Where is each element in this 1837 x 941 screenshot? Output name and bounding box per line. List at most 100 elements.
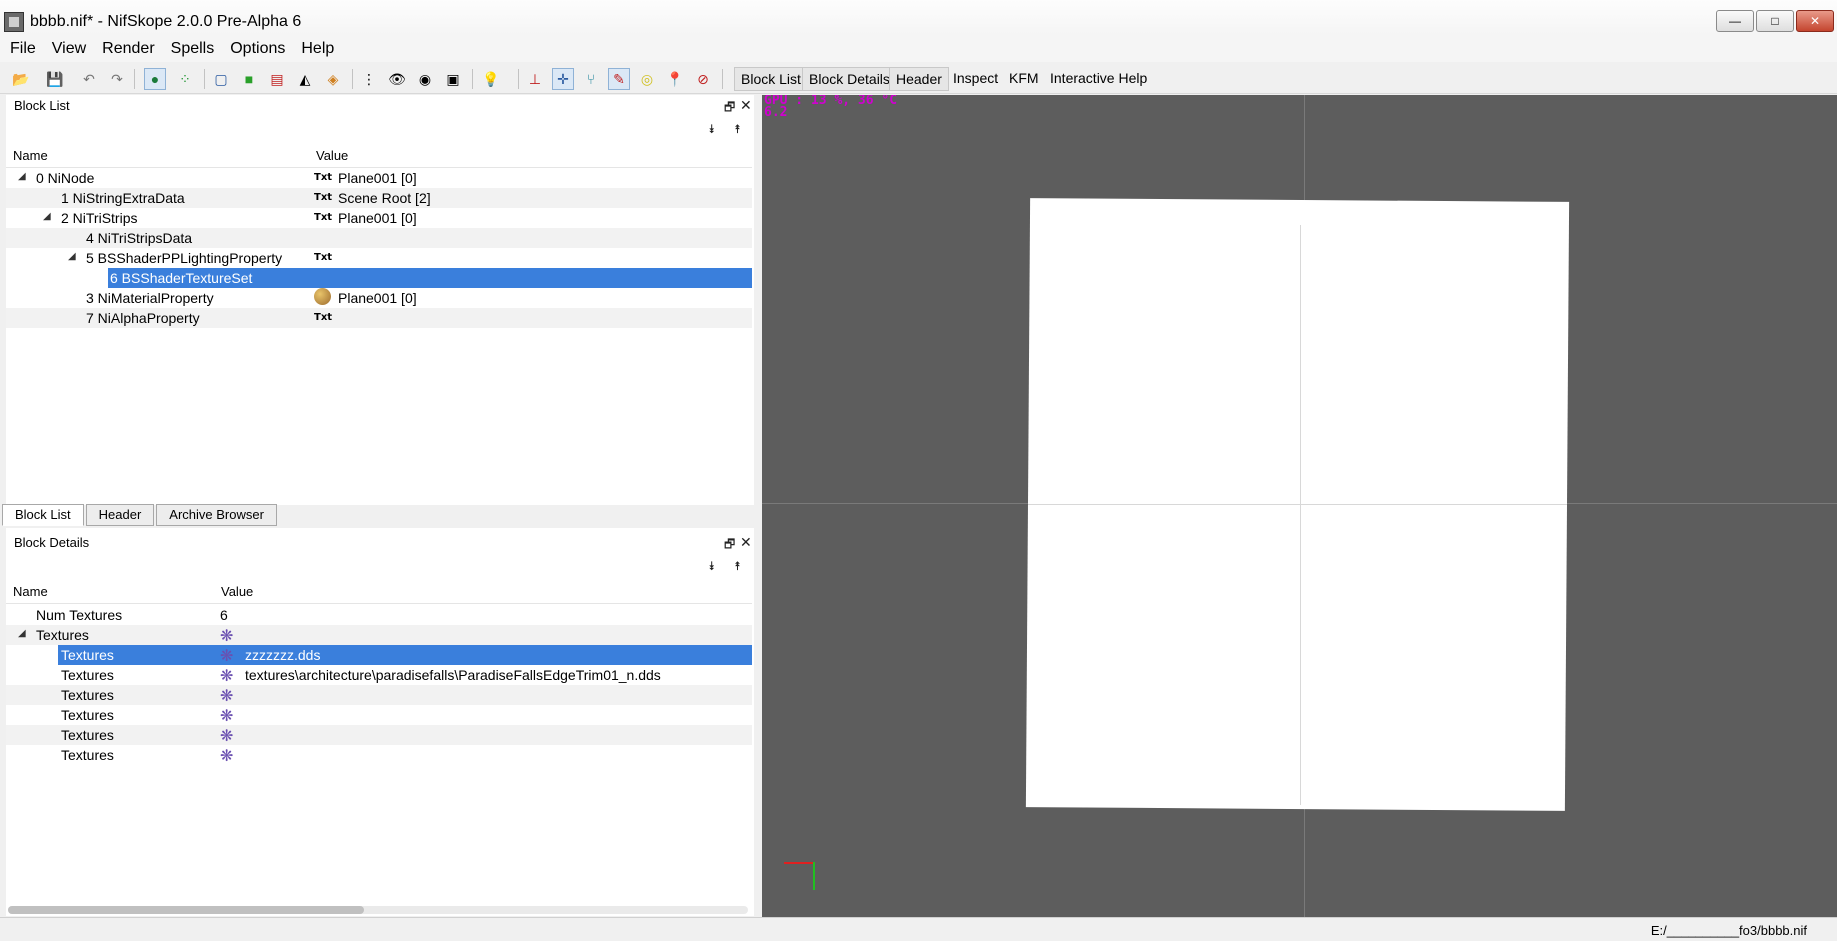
block-list-header: Name Value [6, 142, 752, 168]
view-top-icon[interactable]: ■ [238, 68, 260, 90]
toolbar-separator [204, 69, 205, 89]
save-icon[interactable]: 💾 [44, 68, 66, 90]
nodes-icon[interactable]: ⁘ [174, 68, 196, 90]
window-title: bbbb.nif* - NifSkope 2.0.0 Pre-Alpha 6 [30, 13, 302, 30]
globe-icon[interactable]: ● [144, 68, 166, 90]
texture-flower-icon: ❋ [220, 648, 234, 665]
view-flip-icon[interactable]: ◭ [294, 68, 316, 90]
detail-row[interactable]: Textures ❋ [6, 725, 752, 745]
eye-hidden-icon[interactable]: ◉ [414, 68, 436, 90]
bone-icon[interactable]: ✎ [608, 68, 630, 90]
minimize-button[interactable]: — [1716, 10, 1754, 32]
tree-row[interactable]: 4 NiTriStripsData [6, 228, 752, 248]
collapse-triangle-icon[interactable]: ◢ [18, 171, 26, 182]
tree-row[interactable]: 7 NiAlphaProperty Txt [6, 308, 752, 328]
tab-header-bottom[interactable]: Header [85, 504, 155, 526]
gpu-overlay: GPU : 13 %, 36 °C 6.2 [764, 95, 898, 120]
collapse-triangle-icon[interactable]: ◢ [18, 628, 26, 639]
marker-icon[interactable]: 📍 [664, 68, 686, 90]
view-front-icon[interactable]: ▢ [210, 68, 232, 90]
left-dock-tabs: Block List Header Archive Browser [2, 504, 279, 526]
redo-icon[interactable]: ↷ [106, 68, 128, 90]
float-icon[interactable]: 🗗 [724, 535, 735, 556]
menu-file[interactable]: File [0, 36, 44, 62]
expand-all-icon[interactable]: ⯭ [734, 559, 741, 574]
maximize-button[interactable]: □ [1756, 10, 1794, 32]
detail-row[interactable]: Textures ❋ textures\architecture\paradis… [6, 665, 752, 685]
status-bar: E:/__________fo3/bbbb.nif [0, 917, 1837, 941]
tree-row[interactable]: 3 NiMaterialProperty Plane001 [0] [6, 288, 752, 308]
tree-row[interactable]: 1 NiStringExtraData Txt Scene Root [2] [6, 188, 752, 208]
tab-block-list-bottom[interactable]: Block List [2, 504, 84, 526]
tree-row[interactable]: ◢ 0 NiNode Txt Plane001 [0] [6, 168, 752, 188]
mesh-seam-vertical [1300, 225, 1301, 805]
block-details-title: Block Details [14, 535, 90, 550]
toolbar-separator [722, 69, 723, 89]
skeleton-icon[interactable]: ⑂ [580, 68, 602, 90]
texture-flower-icon: ❋ [220, 708, 234, 725]
tab-inspect[interactable]: Inspect [947, 67, 1004, 91]
axes-icon[interactable]: ⊥ [524, 68, 546, 90]
tab-archive-browser[interactable]: Archive Browser [156, 504, 277, 526]
block-list-title: Block List [14, 98, 70, 113]
texture-flower-icon: ❋ [220, 688, 234, 705]
menu-spells[interactable]: Spells [163, 36, 223, 62]
tab-header[interactable]: Header [889, 67, 949, 91]
transform-icon[interactable]: ✛ [552, 68, 574, 90]
tab-kfm[interactable]: KFM [1003, 67, 1045, 91]
menu-help[interactable]: Help [293, 36, 342, 62]
view-side-icon[interactable]: ▤ [266, 68, 288, 90]
collapse-all-icon[interactable]: ⯯ [708, 122, 715, 137]
expand-all-icon[interactable]: ⯭ [734, 122, 741, 137]
screenshot-icon[interactable]: ▣ [442, 68, 464, 90]
column-name: Name [13, 148, 48, 163]
collapse-all-icon[interactable]: ⯯ [708, 559, 715, 574]
texture-flower-icon: ❋ [220, 728, 234, 745]
open-icon[interactable]: 📂 [10, 68, 32, 90]
tree-row[interactable]: ◢ 2 NiTriStrips Txt Plane001 [0] [6, 208, 752, 228]
close-button[interactable]: ✕ [1796, 10, 1834, 32]
undo-icon[interactable]: ↶ [78, 68, 100, 90]
toolbar-separator [472, 69, 473, 89]
menu-bar: File View Render Spells Options Help [0, 36, 1837, 62]
axis-y-indicator [813, 862, 815, 890]
scrollbar-thumb[interactable] [8, 906, 364, 914]
menu-render[interactable]: Render [94, 36, 162, 62]
view-perspective-icon[interactable]: ◈ [322, 68, 344, 90]
tab-interactive-help[interactable]: Interactive Help [1044, 67, 1153, 91]
menu-options[interactable]: Options [222, 36, 293, 62]
hide-icon[interactable]: ⊘ [692, 68, 714, 90]
palette-icon [314, 288, 331, 305]
selection-highlight [58, 645, 752, 665]
render-viewport[interactable]: GPU : 13 %, 36 °C 6.2 [762, 95, 1837, 917]
toolbar-separator [352, 69, 353, 89]
menu-view[interactable]: View [44, 36, 94, 62]
close-pane-icon[interactable]: ✕ [740, 534, 752, 551]
lightbulb-icon[interactable]: 💡 [480, 68, 502, 90]
texture-flower-icon: ❋ [220, 668, 234, 685]
detail-row[interactable]: Num Textures 6 [6, 605, 752, 625]
toolbar-separator [518, 69, 519, 89]
eye-icon[interactable]: 👁 [386, 68, 408, 90]
file-path: E:/__________fo3/bbbb.nif [1650, 923, 1807, 938]
detail-row-selected[interactable]: Textures ❋ zzzzzzz.dds [6, 645, 752, 665]
toolbar-separator [134, 69, 135, 89]
tab-block-list[interactable]: Block List [734, 67, 808, 91]
tab-block-details[interactable]: Block Details [802, 67, 897, 91]
tree-row-selected[interactable]: 6 BSShaderTextureSet [6, 268, 752, 288]
detail-row[interactable]: ◢ Textures ❋ [6, 625, 752, 645]
float-icon[interactable]: 🗗 [724, 98, 735, 119]
app-icon [4, 12, 24, 32]
detail-row[interactable]: Textures ❋ [6, 745, 752, 765]
detail-row[interactable]: Textures ❋ [6, 685, 752, 705]
detail-row[interactable]: Textures ❋ [6, 705, 752, 725]
horizontal-scrollbar[interactable] [8, 906, 748, 914]
tree-row[interactable]: ◢ 5 BSShaderPPLightingProperty Txt [6, 248, 752, 268]
havok-icon[interactable]: ◎ [636, 68, 658, 90]
walk-icon[interactable]: ⋮ [358, 68, 380, 90]
close-pane-icon[interactable]: ✕ [740, 97, 752, 114]
texture-flower-icon: ❋ [220, 628, 234, 645]
collapse-triangle-icon[interactable]: ◢ [43, 211, 51, 222]
collapse-triangle-icon[interactable]: ◢ [68, 251, 76, 262]
texture-flower-icon: ❋ [220, 748, 234, 765]
